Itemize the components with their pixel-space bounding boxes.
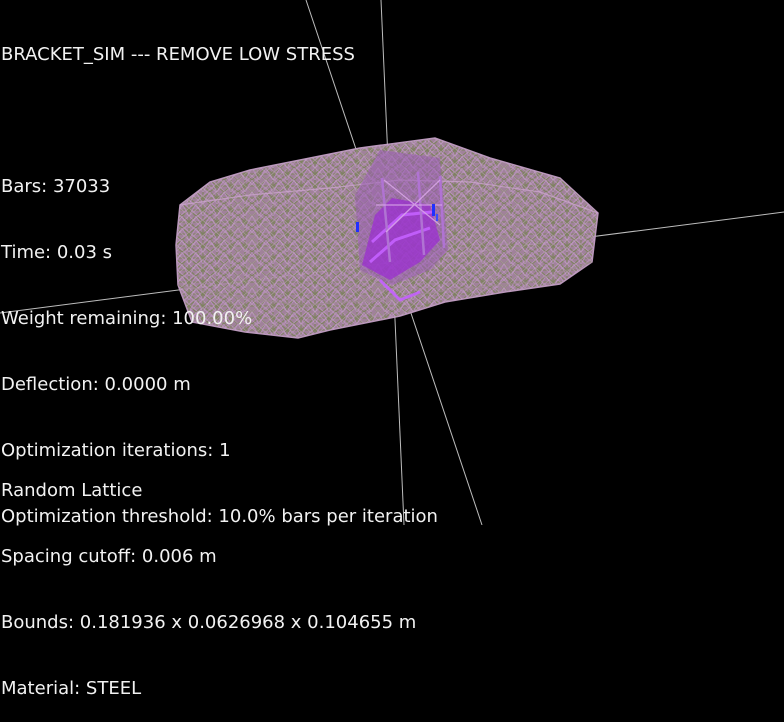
material-readout: Material: STEEL bbox=[1, 678, 142, 699]
bars-count: Bars: 37033 bbox=[1, 176, 111, 197]
lattice-type: Random Lattice bbox=[1, 480, 143, 501]
time-readout: Time: 0.03 s bbox=[1, 242, 113, 263]
lattice-info-overlay: Random Lattice Spacing cutoff: 0.006 m B… bbox=[1, 436, 416, 722]
bounds-readout: Bounds: 0.181936 x 0.0626968 x 0.104655 … bbox=[1, 612, 417, 633]
deflection-readout: Deflection: 0.0000 m bbox=[1, 374, 191, 395]
weight-remaining: Weight remaining: 100.00% bbox=[1, 308, 253, 329]
window-title: BRACKET_SIM --- REMOVE LOW STRESS bbox=[1, 44, 355, 65]
spacing-cutoff: Spacing cutoff: 0.006 m bbox=[1, 546, 217, 567]
